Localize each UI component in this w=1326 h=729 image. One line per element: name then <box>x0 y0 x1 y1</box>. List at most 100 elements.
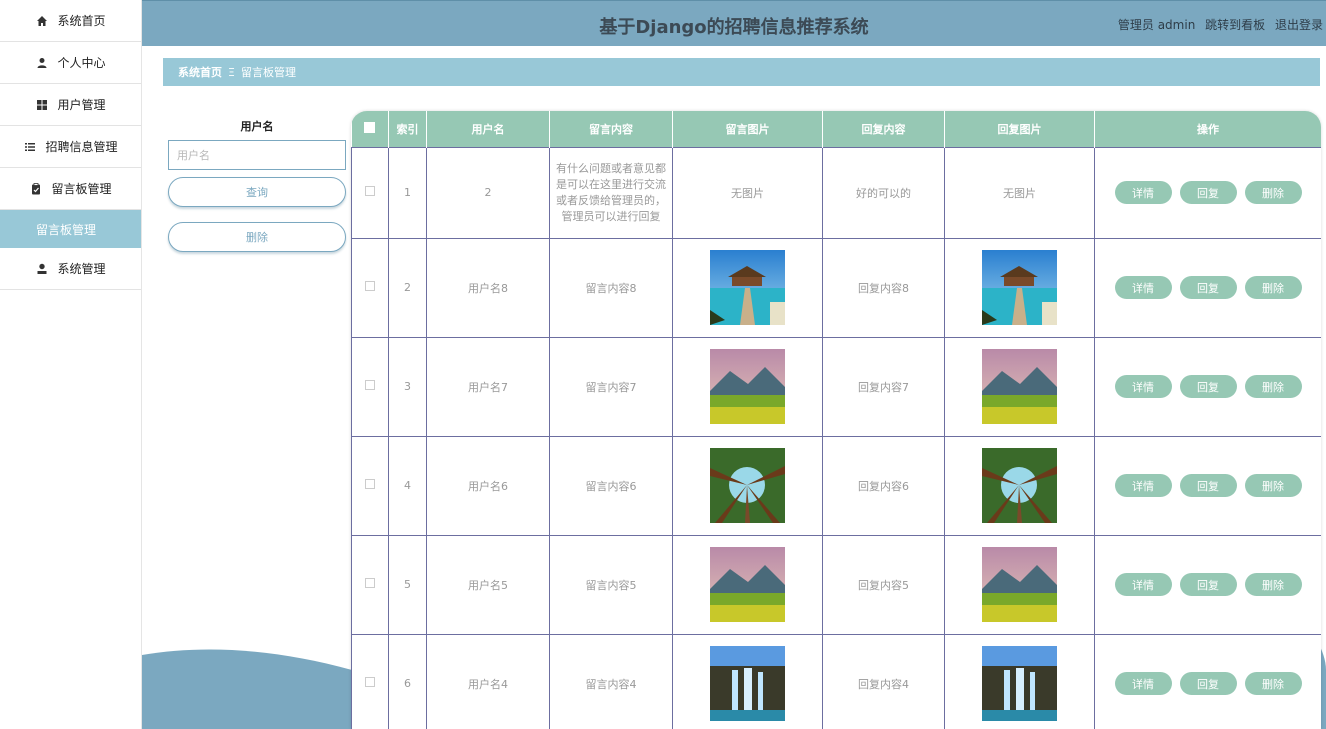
sidebar-item-label: 用户管理 <box>57 98 106 112</box>
header-actions: 操作 <box>1094 111 1321 147</box>
row-checkbox[interactable] <box>365 677 375 687</box>
table-header-row: 索引 用户名 留言内容 留言图片 回复内容 回复图片 操作 <box>351 111 1321 147</box>
detail-button[interactable]: 详情 <box>1114 375 1172 398</box>
reply-button[interactable]: 回复 <box>1179 375 1237 398</box>
cell-content: 留言内容7 <box>549 336 673 437</box>
table-row: 1 2 有什么问题或者意见都是可以在这里进行交流或者反馈给管理员的，管理员可以进… <box>351 146 1321 239</box>
cell-image <box>672 633 823 729</box>
header-links: 管理员 admin 跳转到看板 退出登录 <box>1112 16 1323 33</box>
row-checkbox[interactable] <box>365 578 375 588</box>
detail-button[interactable]: 详情 <box>1114 672 1172 695</box>
message-table: 索引 用户名 留言内容 留言图片 回复内容 回复图片 操作 1 2 有什么问题或… <box>351 111 1321 729</box>
delete-button[interactable]: 删除 <box>1244 474 1302 497</box>
batch-delete-button[interactable]: 删除 <box>168 222 346 252</box>
cell-index: 4 <box>388 435 427 536</box>
cell-index: 5 <box>388 534 427 635</box>
reply-button[interactable]: 回复 <box>1179 276 1237 299</box>
forest-thumbnail[interactable] <box>982 448 1057 523</box>
admin-user-icon <box>35 262 49 276</box>
breadcrumb: 系统首页 Ξ 留言板管理 <box>163 58 1320 86</box>
top-header: 基于Django的招聘信息推荐系统 管理员 admin 跳转到看板 退出登录 <box>142 0 1326 46</box>
sidebar-item-label: 留言板管理 <box>51 182 112 196</box>
cell-reply: 回复内容7 <box>822 336 945 437</box>
sidebar-item-messages[interactable]: 留言板管理 <box>0 168 141 210</box>
delete-button[interactable]: 删除 <box>1244 276 1302 299</box>
search-username-input[interactable] <box>168 140 346 170</box>
detail-button[interactable]: 详情 <box>1114 181 1172 204</box>
select-all-checkbox[interactable] <box>364 121 376 133</box>
cell-reply-image <box>944 633 1095 729</box>
sidebar-item-users[interactable]: 用户管理 <box>0 84 141 126</box>
table-row: 5 用户名5 留言内容5 回复内容5 详情 回复 删除 <box>351 534 1321 635</box>
cell-index: 1 <box>388 146 427 239</box>
sidebar-item-system[interactable]: 系统管理 <box>0 248 141 290</box>
cell-actions: 详情 回复 删除 <box>1094 336 1321 437</box>
table-row: 3 用户名7 留言内容7 回复内容7 详情 回复 删除 <box>351 336 1321 437</box>
cell-actions: 详情 回复 删除 <box>1094 435 1321 536</box>
breadcrumb-separator: Ξ <box>228 65 235 79</box>
reply-button[interactable]: 回复 <box>1179 672 1237 695</box>
cell-image <box>672 336 823 437</box>
header-reply-image: 回复图片 <box>944 111 1095 147</box>
forest-thumbnail[interactable] <box>710 448 785 523</box>
beach-thumbnail[interactable] <box>710 250 785 325</box>
cell-actions: 详情 回复 删除 <box>1094 633 1321 729</box>
cell-username: 用户名7 <box>426 336 550 437</box>
detail-button[interactable]: 详情 <box>1114 474 1172 497</box>
delete-button[interactable]: 删除 <box>1244 573 1302 596</box>
cell-reply-image <box>944 237 1095 338</box>
select-all-cell[interactable] <box>351 111 389 147</box>
breadcrumb-home[interactable]: 系统首页 <box>178 64 222 80</box>
meadow-thumbnail[interactable] <box>710 547 785 622</box>
reply-button[interactable]: 回复 <box>1179 573 1237 596</box>
waterfall-thumbnail[interactable] <box>710 646 785 721</box>
cell-content: 留言内容8 <box>549 237 673 338</box>
admin-user-label: 管理员 admin <box>1117 18 1196 32</box>
header-content: 留言内容 <box>549 111 673 147</box>
meadow-thumbnail[interactable] <box>982 547 1057 622</box>
sidebar-item-profile[interactable]: 个人中心 <box>0 42 141 84</box>
row-checkbox[interactable] <box>365 281 375 291</box>
cell-username: 用户名5 <box>426 534 550 635</box>
delete-button[interactable]: 删除 <box>1244 181 1302 204</box>
table-row: 2 用户名8 留言内容8 回复内容8 详情 回复 删除 <box>351 237 1321 338</box>
reply-button[interactable]: 回复 <box>1179 474 1237 497</box>
cell-reply: 回复内容5 <box>822 534 945 635</box>
detail-button[interactable]: 详情 <box>1114 276 1172 299</box>
dashboard-link[interactable]: 跳转到看板 <box>1205 18 1265 32</box>
beach-thumbnail[interactable] <box>982 250 1057 325</box>
sidebar-item-jobs[interactable]: 招聘信息管理 <box>0 126 141 168</box>
cell-content: 有什么问题或者意见都是可以在这里进行交流或者反馈给管理员的，管理员可以进行回复 <box>549 146 673 239</box>
meadow-thumbnail[interactable] <box>982 349 1057 424</box>
cell-actions: 详情 回复 删除 <box>1094 237 1321 338</box>
waterfall-thumbnail[interactable] <box>982 646 1057 721</box>
row-checkbox[interactable] <box>365 479 375 489</box>
sidebar-item-label: 系统首页 <box>57 14 106 28</box>
header-index: 索引 <box>388 111 427 147</box>
cell-image <box>672 435 823 536</box>
header-username: 用户名 <box>426 111 550 147</box>
breadcrumb-current: 留言板管理 <box>240 66 296 79</box>
detail-button[interactable]: 详情 <box>1114 573 1172 596</box>
reply-button[interactable]: 回复 <box>1179 181 1237 204</box>
cell-username: 用户名4 <box>426 633 550 729</box>
query-button[interactable]: 查询 <box>168 177 346 207</box>
sidebar: 系统首页 个人中心 用户管理 招聘信息管理 留言板管理 留言板管理 系统管理 <box>0 0 142 729</box>
delete-button[interactable]: 删除 <box>1244 672 1302 695</box>
cell-actions: 详情 回复 删除 <box>1094 146 1321 239</box>
row-checkbox[interactable] <box>365 186 375 196</box>
logout-link[interactable]: 退出登录 <box>1275 18 1323 32</box>
list-icon <box>23 140 37 154</box>
cell-reply: 回复内容4 <box>822 633 945 729</box>
sidebar-item-label: 系统管理 <box>57 262 106 276</box>
cell-reply: 回复内容6 <box>822 435 945 536</box>
sidebar-item-home[interactable]: 系统首页 <box>0 0 141 42</box>
meadow-thumbnail[interactable] <box>710 349 785 424</box>
delete-button[interactable]: 删除 <box>1244 375 1302 398</box>
row-checkbox[interactable] <box>365 380 375 390</box>
cell-username: 用户名8 <box>426 237 550 338</box>
cell-reply: 好的可以的 <box>822 146 945 239</box>
sidebar-subitem-messages[interactable]: 留言板管理 <box>0 210 141 248</box>
cell-image <box>672 534 823 635</box>
clipboard-icon <box>29 182 43 196</box>
